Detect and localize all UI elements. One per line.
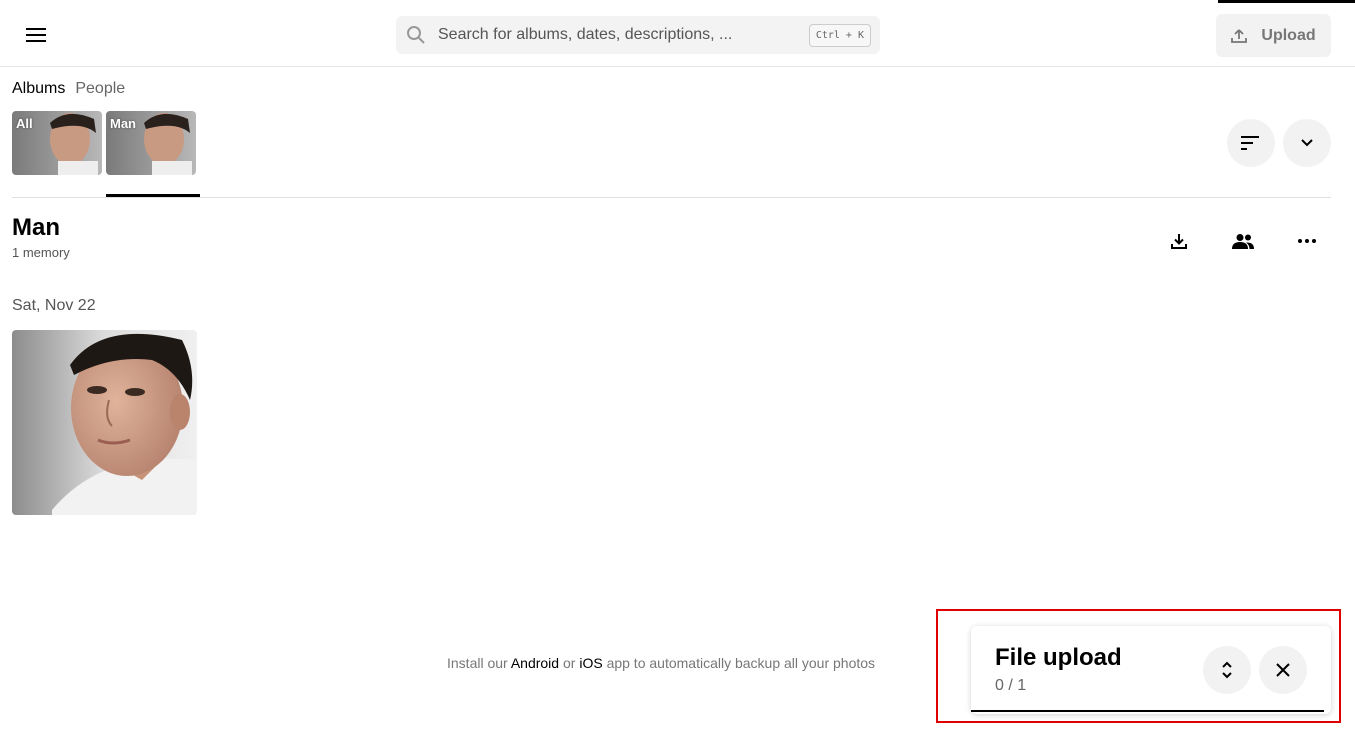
- album-memory-count: 1 memory: [12, 245, 70, 260]
- album-thumb-label: All: [16, 116, 33, 131]
- album-thumb-all[interactable]: All: [12, 111, 102, 175]
- people-icon: [1232, 234, 1254, 249]
- album-thumb-man[interactable]: Man: [106, 111, 196, 175]
- photo-date-group: Sat, Nov 22: [12, 297, 96, 314]
- download-icon: [1171, 234, 1187, 249]
- expand-upload-panel-button[interactable]: [1203, 646, 1251, 694]
- search-bar[interactable]: Ctrl + K: [396, 16, 880, 54]
- upload-progress-panel: File upload 0 / 1: [971, 626, 1331, 714]
- top-bar: Ctrl + K Upload: [0, 0, 1355, 67]
- search-icon: [407, 26, 425, 44]
- album-thumb-label: Man: [110, 116, 136, 131]
- menu-button[interactable]: [16, 17, 56, 53]
- tab-people[interactable]: People: [75, 80, 125, 98]
- close-upload-panel-button[interactable]: [1259, 646, 1307, 694]
- share-button[interactable]: [1223, 221, 1263, 261]
- footer-text-prefix: Install our: [447, 655, 508, 671]
- footer-text-or: or: [562, 655, 576, 671]
- sort-button[interactable]: [1227, 119, 1275, 167]
- close-icon: [1276, 663, 1290, 677]
- search-input[interactable]: [438, 16, 798, 54]
- tab-albums[interactable]: Albums: [12, 80, 65, 98]
- menu-icon: [26, 28, 46, 42]
- upload-button[interactable]: Upload: [1216, 14, 1331, 57]
- upload-icon: [1231, 28, 1248, 43]
- upload-progress-bar: [1218, 0, 1355, 3]
- android-link[interactable]: Android: [511, 655, 559, 671]
- footer-text-suffix: app to automatically backup all your pho…: [606, 655, 876, 671]
- ios-link[interactable]: iOS: [579, 655, 602, 671]
- upload-panel-count: 0 / 1: [995, 677, 1027, 694]
- upload-panel-progress-bar: [971, 710, 1324, 712]
- sort-icon: [1241, 136, 1259, 150]
- download-button[interactable]: [1159, 221, 1199, 261]
- more-icon: [1298, 239, 1316, 243]
- upload-button-label: Upload: [1261, 26, 1316, 44]
- expand-albums-button[interactable]: [1283, 119, 1331, 167]
- app-install-banner: Install our Android or iOS app to automa…: [447, 655, 875, 671]
- photo-thumbnail[interactable]: [12, 330, 197, 515]
- search-shortcut-hint: Ctrl + K: [808, 24, 871, 47]
- portrait-image: [12, 330, 197, 515]
- section-divider: [12, 197, 1331, 198]
- collection-tabs: Albums People: [12, 80, 125, 98]
- more-options-button[interactable]: [1287, 221, 1327, 261]
- expand-icon: [1222, 661, 1232, 679]
- upload-panel-title: File upload: [995, 644, 1122, 671]
- album-title: Man: [12, 214, 60, 241]
- chevron-down-icon: [1301, 139, 1313, 147]
